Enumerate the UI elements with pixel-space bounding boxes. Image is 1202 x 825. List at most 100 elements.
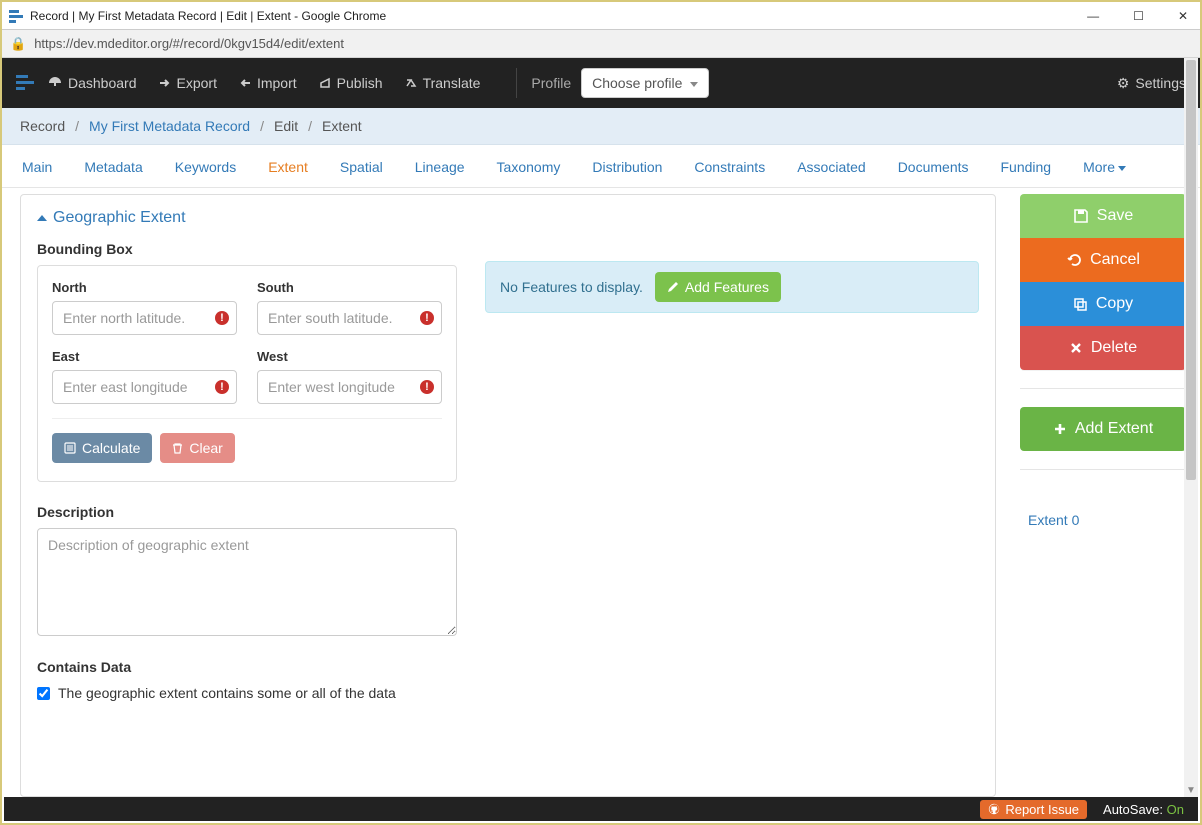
vertical-scrollbar[interactable]: ▲ ▼ — [1184, 58, 1198, 797]
calculator-icon — [64, 442, 76, 454]
bounding-box-card: North ! South ! — [37, 265, 457, 482]
contains-label: The geographic extent contains some or a… — [58, 685, 396, 701]
nav-export[interactable]: Export — [159, 75, 217, 91]
north-input[interactable] — [52, 301, 237, 335]
window-minimize-icon[interactable]: — — [1081, 9, 1105, 23]
profile-select[interactable]: Choose profile — [581, 68, 709, 98]
nav-dashboard[interactable]: Dashboard — [48, 75, 137, 91]
east-label: East — [52, 349, 237, 364]
window-title: Record | My First Metadata Record | Edit… — [30, 9, 386, 23]
panel-title-label: Geographic Extent — [53, 209, 186, 227]
scroll-thumb[interactable] — [1186, 60, 1196, 480]
nav-export-label: Export — [177, 75, 217, 91]
geographic-extent-panel: Geographic Extent Bounding Box North ! — [20, 194, 996, 797]
error-icon: ! — [420, 311, 434, 325]
github-icon — [988, 803, 1000, 815]
delete-button[interactable]: Delete — [1020, 326, 1186, 370]
window-titlebar: Record | My First Metadata Record | Edit… — [2, 2, 1200, 30]
nav-settings-label: Settings — [1135, 75, 1186, 91]
tab-more-label: More — [1083, 159, 1115, 175]
dashboard-icon — [48, 76, 62, 90]
autosave-status: AutoSave: On — [1103, 802, 1184, 817]
contains-heading: Contains Data — [37, 659, 457, 675]
clear-button[interactable]: Clear — [160, 433, 234, 463]
nav-import[interactable]: Import — [239, 75, 297, 91]
plus-icon — [1053, 422, 1067, 436]
breadcrumb-edit: Edit — [274, 118, 298, 134]
export-icon — [159, 77, 171, 89]
trash-icon — [172, 442, 183, 454]
copy-icon — [1073, 297, 1088, 312]
east-input[interactable] — [52, 370, 237, 404]
brand-logo-icon[interactable] — [16, 75, 34, 91]
nav-settings[interactable]: ⚙ Settings — [1117, 75, 1186, 92]
no-features-text: No Features to display. — [500, 279, 643, 295]
sidebar-divider — [1020, 469, 1186, 470]
scroll-down-icon[interactable]: ▼ — [1184, 783, 1198, 797]
clear-label: Clear — [189, 440, 222, 456]
add-extent-button[interactable]: Add Extent — [1020, 407, 1186, 451]
autosave-value: On — [1167, 802, 1184, 817]
nav-import-label: Import — [257, 75, 297, 91]
nav-translate[interactable]: Translate — [405, 75, 481, 91]
features-alert: No Features to display. Add Features — [485, 261, 979, 313]
import-icon — [239, 77, 251, 89]
delete-label: Delete — [1091, 339, 1137, 357]
panel-title[interactable]: Geographic Extent — [37, 209, 979, 227]
nav-publish[interactable]: Publish — [319, 75, 383, 91]
lock-icon: 🔒 — [10, 36, 26, 52]
extent-list-item[interactable]: Extent 0 — [1020, 506, 1186, 534]
calculate-label: Calculate — [82, 440, 140, 456]
pencil-icon — [667, 281, 679, 293]
west-label: West — [257, 349, 442, 364]
add-extent-label: Add Extent — [1075, 420, 1153, 438]
calculate-button[interactable]: Calculate — [52, 433, 152, 463]
copy-button[interactable]: Copy — [1020, 282, 1186, 326]
save-label: Save — [1097, 207, 1133, 225]
window-close-icon[interactable]: ✕ — [1172, 9, 1194, 23]
chevron-down-icon — [1118, 166, 1126, 171]
description-textarea[interactable] — [37, 528, 457, 636]
cancel-button[interactable]: Cancel — [1020, 238, 1186, 282]
nav-publish-label: Publish — [337, 75, 383, 91]
save-button[interactable]: Save — [1020, 194, 1186, 238]
contains-checkbox[interactable] — [37, 687, 50, 700]
breadcrumb-extent: Extent — [322, 118, 362, 134]
browser-addressbar: 🔒 https://dev.mdeditor.org/#/record/0kgv… — [2, 30, 1200, 58]
report-issue-button[interactable]: Report Issue — [980, 800, 1087, 819]
nav-dashboard-label: Dashboard — [68, 75, 137, 91]
breadcrumb-sep: / — [308, 118, 312, 134]
window-maximize-icon[interactable]: ☐ — [1127, 9, 1150, 23]
error-icon: ! — [215, 380, 229, 394]
breadcrumb-my-record[interactable]: My First Metadata Record — [89, 118, 250, 134]
add-features-button[interactable]: Add Features — [655, 272, 781, 302]
breadcrumb: Record / My First Metadata Record / Edit… — [2, 108, 1200, 145]
translate-icon — [405, 77, 417, 89]
error-icon: ! — [420, 380, 434, 394]
cancel-label: Cancel — [1090, 251, 1140, 269]
gear-icon: ⚙ — [1117, 75, 1130, 92]
south-label: South — [257, 280, 442, 295]
status-bar: Report Issue AutoSave: On — [4, 797, 1198, 821]
navbar-divider — [516, 68, 517, 98]
close-icon — [1069, 341, 1083, 355]
copy-label: Copy — [1096, 295, 1133, 313]
chevron-up-icon — [37, 215, 47, 221]
nav-translate-label: Translate — [423, 75, 481, 91]
west-input[interactable] — [257, 370, 442, 404]
breadcrumb-sep: / — [260, 118, 264, 134]
browser-url[interactable]: https://dev.mdeditor.org/#/record/0kgv15… — [34, 36, 344, 51]
save-icon — [1073, 208, 1089, 224]
profile-label: Profile — [531, 75, 571, 91]
south-input[interactable] — [257, 301, 442, 335]
error-icon: ! — [215, 311, 229, 325]
bounding-box-heading: Bounding Box — [37, 241, 457, 257]
report-issue-label: Report Issue — [1005, 802, 1079, 817]
extent-list: Extent 0 — [1020, 506, 1186, 534]
breadcrumb-sep: / — [75, 118, 79, 134]
autosave-label: AutoSave: — [1103, 802, 1163, 817]
app-favicon — [8, 8, 24, 24]
publish-icon — [319, 77, 331, 89]
top-navbar: Dashboard Export Import Publish Translat… — [2, 58, 1200, 108]
add-features-label: Add Features — [685, 279, 769, 295]
